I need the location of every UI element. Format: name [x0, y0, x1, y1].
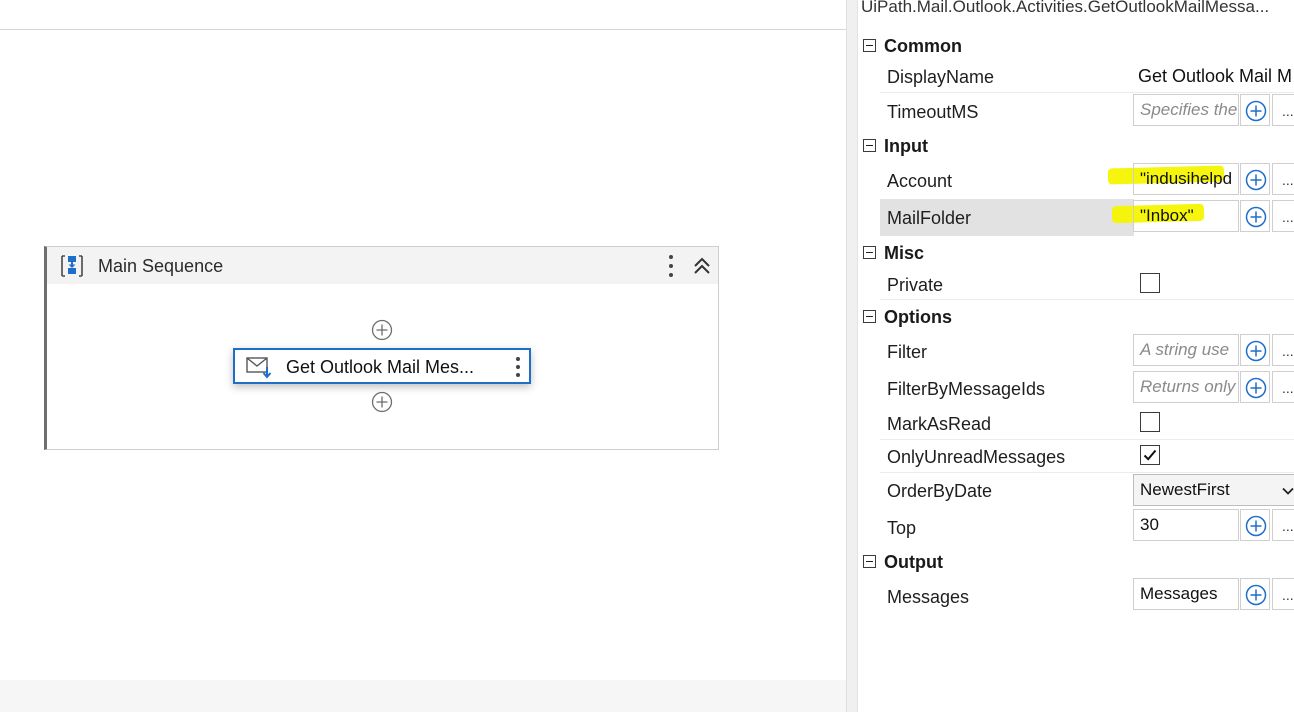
property-label: MarkAsRead — [887, 414, 992, 434]
top-add-button[interactable] — [1240, 509, 1270, 541]
timeoutms-input[interactable]: Specifies the — [1133, 94, 1239, 126]
category-input[interactable]: Input — [858, 131, 1294, 161]
messages-input[interactable]: Messages — [1133, 578, 1239, 610]
plus-circle-icon — [1245, 584, 1267, 606]
mail-download-icon — [246, 357, 272, 379]
plus-circle-icon — [1245, 100, 1267, 122]
sequence-icon — [61, 255, 83, 277]
property-row-mailfolder: MailFolder "Inbox" ... — [858, 199, 1294, 236]
displayname-value[interactable]: Get Outlook Mail M — [1138, 66, 1292, 87]
plus-circle-icon — [1245, 340, 1267, 362]
get-outlook-mail-activity[interactable]: Get Outlook Mail Mes... — [233, 348, 531, 384]
property-row-timeoutms: TimeoutMS Specifies the ... — [858, 93, 1294, 129]
property-row-account: Account "indusihelpd ... — [858, 161, 1294, 199]
sequence-title: Main Sequence — [98, 256, 224, 276]
workflow-designer[interactable]: Main Sequence Get Outlook Mail Mes... — [0, 0, 846, 712]
private-checkbox[interactable] — [1140, 273, 1160, 293]
mailfolder-input[interactable]: "Inbox" — [1133, 200, 1239, 232]
property-label: OnlyUnreadMessages — [887, 447, 1066, 467]
property-label: TimeoutMS — [887, 102, 979, 122]
property-row-displayname: DisplayName Get Outlook Mail M — [858, 61, 1294, 93]
category-label: Input — [884, 136, 928, 156]
property-row-private: Private — [858, 268, 1294, 300]
collapse-toggle-icon[interactable] — [863, 139, 876, 152]
messages-more-button[interactable]: ... — [1272, 578, 1294, 610]
filter-more-button[interactable]: ... — [1272, 334, 1294, 366]
category-label: Options — [884, 307, 952, 327]
category-misc[interactable]: Misc — [858, 238, 1294, 268]
property-row-orderbydate: OrderByDate NewestFirst — [858, 473, 1294, 508]
orderbydate-select[interactable]: NewestFirst — [1133, 474, 1294, 506]
filterbymessageids-more-button[interactable]: ... — [1272, 371, 1294, 403]
category-common[interactable]: Common — [858, 31, 1294, 61]
property-row-filter: Filter A string use ... — [858, 332, 1294, 369]
property-label: Messages — [887, 587, 970, 607]
category-label: Output — [884, 552, 943, 572]
activity-more-icon[interactable] — [513, 355, 523, 379]
timeoutms-more-button[interactable]: ... — [1272, 94, 1294, 126]
properties-panel: UiPath.Mail.Outlook.Activities.GetOutloo… — [858, 0, 1294, 712]
panel-splitter[interactable] — [846, 0, 858, 712]
designer-top-divider — [0, 29, 846, 30]
designer-bottom-bar — [0, 680, 846, 712]
property-label: Filter — [887, 342, 927, 362]
property-label: Private — [887, 275, 944, 295]
properties-activity-type: UiPath.Mail.Outlook.Activities.GetOutloo… — [861, 0, 1270, 16]
collapse-toggle-icon[interactable] — [863, 246, 876, 259]
add-activity-bottom-icon[interactable] — [371, 391, 393, 413]
filter-add-button[interactable] — [1240, 334, 1270, 366]
property-label: Top — [887, 518, 917, 538]
top-input[interactable]: 30 — [1133, 509, 1239, 541]
timeoutms-add-button[interactable] — [1240, 94, 1270, 126]
account-add-button[interactable] — [1240, 163, 1270, 195]
plus-circle-icon — [1245, 377, 1267, 399]
account-more-button[interactable]: ... — [1272, 163, 1294, 195]
collapse-chevron-icon[interactable] — [690, 254, 714, 278]
plus-circle-icon — [1245, 169, 1267, 191]
account-input[interactable]: "indusihelpd — [1133, 163, 1239, 195]
category-output[interactable]: Output — [858, 547, 1294, 577]
mailfolder-more-button[interactable]: ... — [1272, 200, 1294, 232]
onlyunreadmessages-checkbox[interactable] — [1140, 445, 1160, 465]
checkmark-icon — [1143, 449, 1157, 461]
property-label: FilterByMessageIds — [887, 379, 1046, 399]
property-label: OrderByDate — [887, 481, 993, 501]
category-options[interactable]: Options — [858, 302, 1294, 332]
property-row-markasread: MarkAsRead — [858, 407, 1294, 440]
mailfolder-add-button[interactable] — [1240, 200, 1270, 232]
category-label: Common — [884, 36, 962, 56]
top-more-button[interactable]: ... — [1272, 509, 1294, 541]
category-label: Misc — [884, 243, 925, 263]
property-row-top: Top 30 ... — [858, 508, 1294, 545]
collapse-toggle-icon[interactable] — [863, 555, 876, 568]
collapse-toggle-icon[interactable] — [863, 310, 876, 323]
chevron-down-icon — [1282, 487, 1294, 495]
property-label: DisplayName — [887, 67, 995, 87]
sequence-more-icon[interactable] — [666, 253, 676, 279]
plus-circle-icon — [1245, 206, 1267, 228]
add-activity-top-icon[interactable] — [371, 319, 393, 341]
activity-title: Get Outlook Mail Mes... — [286, 357, 475, 377]
main-sequence-container[interactable]: Main Sequence Get Outlook Mail Mes... — [44, 246, 719, 450]
property-row-messages: Messages Messages ... — [858, 577, 1294, 614]
property-label: Account — [887, 171, 953, 191]
markasread-checkbox[interactable] — [1140, 412, 1160, 432]
property-row-onlyunreadmessages: OnlyUnreadMessages — [858, 440, 1294, 473]
filter-input[interactable]: A string use — [1133, 334, 1239, 366]
messages-add-button[interactable] — [1240, 578, 1270, 610]
filterbymessageids-input[interactable]: Returns only — [1133, 371, 1239, 403]
collapse-toggle-icon[interactable] — [863, 39, 876, 52]
filterbymessageids-add-button[interactable] — [1240, 371, 1270, 403]
plus-circle-icon — [1245, 515, 1267, 537]
property-row-filterbymessageids: FilterByMessageIds Returns only ... — [858, 369, 1294, 407]
property-label: MailFolder — [887, 208, 972, 228]
sequence-header[interactable]: Main Sequence — [47, 247, 718, 284]
